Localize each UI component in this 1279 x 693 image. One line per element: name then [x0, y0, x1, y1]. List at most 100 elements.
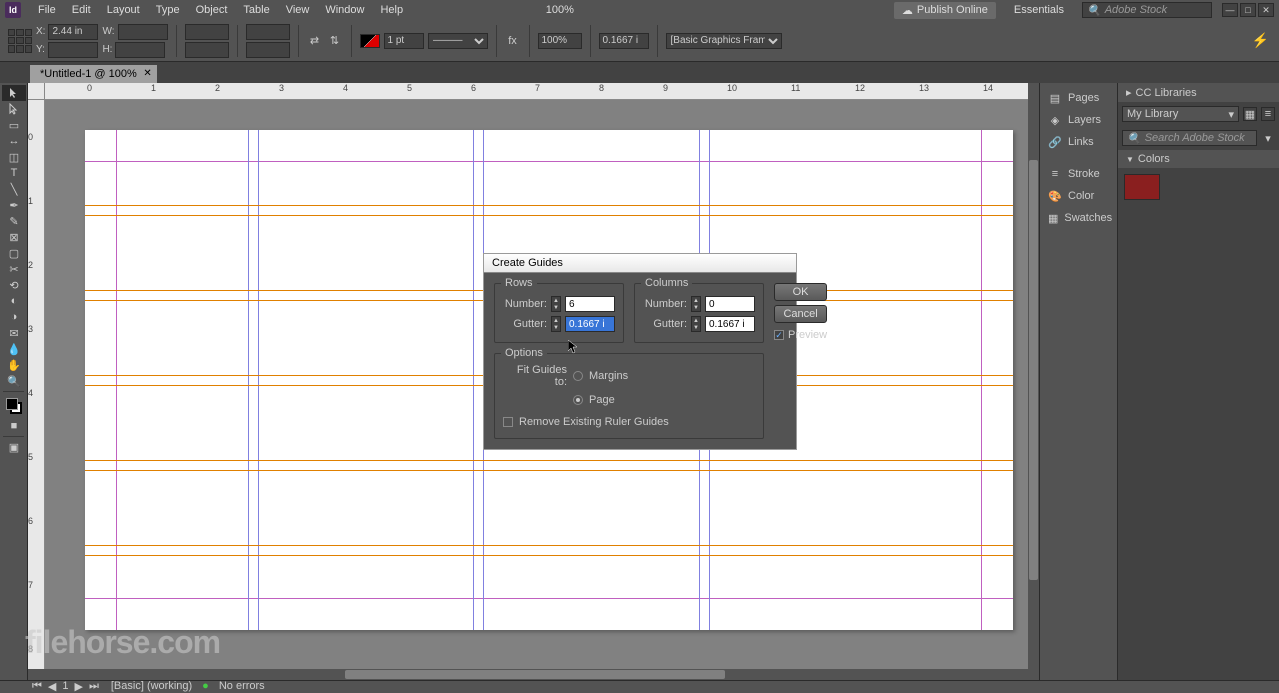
rows-number-stepper[interactable]: ▲▼: [551, 296, 561, 312]
menu-type[interactable]: Type: [148, 4, 188, 16]
rows-gutter-stepper[interactable]: ▲▼: [551, 316, 561, 332]
publish-label: Publish Online: [917, 4, 988, 16]
corner-field[interactable]: 0.1667 i: [599, 33, 649, 49]
panel-pages[interactable]: ▤Pages: [1040, 87, 1117, 109]
menu-file[interactable]: File: [30, 4, 64, 16]
gradient-swatch-tool[interactable]: ◐: [2, 293, 26, 309]
margins-radio[interactable]: [573, 371, 583, 381]
scissors-tool[interactable]: ✂: [2, 261, 26, 277]
cols-number-stepper[interactable]: ▲▼: [691, 296, 701, 312]
menu-view[interactable]: View: [278, 4, 318, 16]
panel-swatches[interactable]: ▦Swatches: [1040, 207, 1117, 229]
close-button[interactable]: ✕: [1258, 3, 1274, 17]
ok-button[interactable]: OK: [774, 283, 827, 301]
filter-icon[interactable]: ▾: [1261, 131, 1275, 145]
status-layout[interactable]: [Basic] (working): [111, 680, 192, 692]
remove-guides-checkbox[interactable]: [503, 417, 513, 427]
publish-online-button[interactable]: ☁ Publish Online: [894, 2, 996, 19]
cols-number-input[interactable]: [705, 296, 755, 312]
pencil-tool[interactable]: ✎: [2, 213, 26, 229]
shear-field[interactable]: [246, 42, 290, 58]
flip-h-icon[interactable]: ⇄: [307, 33, 323, 49]
ruler-origin[interactable]: [28, 83, 45, 100]
rows-gutter-input[interactable]: [565, 316, 615, 332]
view-mode-button[interactable]: ▣: [2, 439, 26, 455]
menu-table[interactable]: Table: [235, 4, 277, 16]
direct-selection-tool[interactable]: [2, 101, 26, 117]
grid-view-icon[interactable]: ▦: [1243, 107, 1257, 121]
scale-y-field[interactable]: [185, 42, 229, 58]
panel-layers[interactable]: ◈Layers: [1040, 109, 1117, 131]
list-view-icon[interactable]: ≡: [1261, 107, 1275, 121]
apply-color-button[interactable]: ■: [2, 418, 26, 434]
note-tool[interactable]: ✉: [2, 325, 26, 341]
hand-tool[interactable]: ✋: [2, 357, 26, 373]
chevron-down-icon: ▾: [1228, 108, 1234, 121]
minimize-button[interactable]: —: [1222, 3, 1238, 17]
menu-help[interactable]: Help: [372, 4, 411, 16]
stroke-style-select[interactable]: ———: [428, 33, 488, 49]
y-field[interactable]: [48, 42, 98, 58]
line-tool[interactable]: ╲: [2, 181, 26, 197]
horizontal-scrollbar[interactable]: [45, 669, 1028, 680]
panel-stroke[interactable]: ≡Stroke: [1040, 163, 1117, 185]
panel-links[interactable]: 🔗Links: [1040, 131, 1117, 153]
fill-stroke-swatch[interactable]: [6, 398, 22, 414]
selection-tool[interactable]: [2, 85, 26, 101]
cols-gutter-input[interactable]: [705, 316, 755, 332]
pen-tool[interactable]: ✒: [2, 197, 26, 213]
stock-search[interactable]: 🔍 Adobe Stock: [1082, 2, 1212, 18]
document-tab[interactable]: *Untitled-1 @ 100% ✕: [30, 65, 157, 83]
libraries-header[interactable]: ▸CC Libraries: [1118, 83, 1279, 102]
horizontal-ruler[interactable]: 0123456789101112131415: [45, 83, 1028, 100]
panel-color[interactable]: 🎨Color: [1040, 185, 1117, 207]
status-errors[interactable]: No errors: [219, 680, 265, 692]
w-field[interactable]: [118, 24, 168, 40]
type-tool[interactable]: T: [2, 165, 26, 181]
effects-icon[interactable]: fx: [505, 33, 521, 49]
content-collector-tool[interactable]: ◫: [2, 149, 26, 165]
eyedropper-tool[interactable]: 💧: [2, 341, 26, 357]
gpu-icon: ⚡: [1252, 32, 1269, 49]
scale-x-field[interactable]: [185, 24, 229, 40]
page-tool[interactable]: ▭: [2, 117, 26, 133]
free-transform-tool[interactable]: ⟲: [2, 277, 26, 293]
gradient-feather-tool[interactable]: ◑: [2, 309, 26, 325]
colors-section[interactable]: Colors: [1118, 150, 1279, 168]
page-radio[interactable]: [573, 395, 583, 405]
menu-edit[interactable]: Edit: [64, 4, 99, 16]
tab-close-icon[interactable]: ✕: [143, 68, 151, 79]
rectangle-tool[interactable]: ▢: [2, 245, 26, 261]
stroke-icon: ≡: [1048, 167, 1062, 181]
x-field[interactable]: 2.44 in: [48, 24, 98, 40]
zoom-tool[interactable]: 🔍: [2, 373, 26, 389]
opacity-field[interactable]: 100%: [538, 33, 582, 49]
stroke-weight-field[interactable]: 1 pt: [384, 33, 424, 49]
workspace-switcher[interactable]: Essentials: [1006, 4, 1072, 16]
vertical-scrollbar[interactable]: [1028, 100, 1039, 669]
maximize-button[interactable]: □: [1240, 3, 1256, 17]
preview-checkbox[interactable]: ✓: [774, 330, 784, 340]
library-search[interactable]: 🔍Search Adobe Stock: [1122, 130, 1257, 146]
menu-layout[interactable]: Layout: [99, 4, 148, 16]
color-swatch[interactable]: [1124, 174, 1160, 200]
flip-v-icon[interactable]: ⇅: [327, 33, 343, 49]
page-option-label: Page: [589, 394, 615, 406]
menu-object[interactable]: Object: [188, 4, 236, 16]
menu-window[interactable]: Window: [317, 4, 372, 16]
cancel-button[interactable]: Cancel: [774, 305, 827, 323]
rectangle-frame-tool[interactable]: ⊠: [2, 229, 26, 245]
zoom-level[interactable]: 100%: [546, 4, 574, 16]
vertical-ruler[interactable]: 012345678: [28, 100, 45, 669]
reference-point[interactable]: [8, 29, 32, 53]
gap-tool[interactable]: ↔: [2, 133, 26, 149]
rotate-field[interactable]: [246, 24, 290, 40]
h-field[interactable]: [115, 42, 165, 58]
fill-swatch[interactable]: [360, 34, 380, 48]
rows-number-input[interactable]: [565, 296, 615, 312]
library-select[interactable]: My Library▾: [1122, 106, 1239, 122]
current-page[interactable]: 1: [60, 680, 70, 692]
object-style-select[interactable]: [Basic Graphics Frame]: [666, 33, 782, 49]
cols-gutter-stepper[interactable]: ▲▼: [691, 316, 701, 332]
watermark: filehorse.com: [25, 624, 220, 661]
